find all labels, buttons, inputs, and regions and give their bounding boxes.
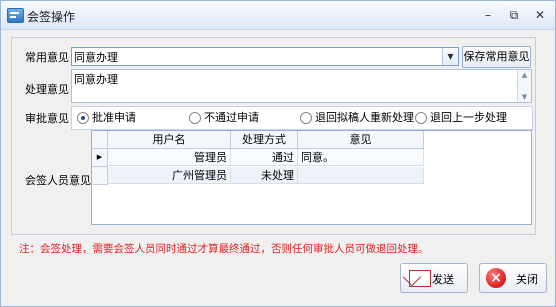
process-opinion-value: 同意办理 — [74, 73, 118, 86]
radio-approve[interactable]: 批准申请 — [77, 111, 136, 125]
grid-corner-header — [92, 131, 108, 149]
process-opinion-label: 处理意见 — [25, 83, 69, 96]
grid-cell-opinion[interactable]: 同意。 — [298, 149, 424, 166]
send-button-label: 发送 — [432, 273, 454, 286]
radio-reject[interactable]: 不通过申请 — [189, 111, 259, 125]
minimize-button[interactable]: – — [478, 6, 498, 24]
radio-return-previous-label: 退回上一步处理 — [430, 111, 507, 124]
radio-return-drafter[interactable]: 退回拟稿人重新处理 — [300, 111, 414, 125]
row-selector[interactable] — [92, 167, 108, 185]
grid-cell-method[interactable]: 未处理 — [231, 167, 298, 184]
close-window-button[interactable]: ✕ — [530, 6, 550, 24]
radio-unchecked-icon — [415, 112, 427, 124]
grid-cell-opinion[interactable] — [298, 167, 424, 184]
send-button[interactable]: 发送 — [400, 263, 468, 293]
window-title: 会签操作 — [27, 10, 76, 24]
countersign-dialog: 会签操作 – ⧉ ✕ 常用意见 同意办理 ▼ 保存常用意见 处理意见 同意办理 … — [0, 0, 556, 307]
column-header-opinion[interactable]: 意见 — [298, 131, 424, 149]
save-common-opinion-button[interactable]: 保存常用意见 — [462, 46, 531, 68]
grid-cell-method[interactable]: 通过 — [231, 149, 298, 166]
common-opinion-label: 常用意见 — [25, 51, 69, 64]
close-button-label: 关闭 — [516, 273, 538, 286]
grid-cell-user[interactable]: 管理员 — [108, 149, 231, 166]
radio-reject-label: 不通过申请 — [204, 111, 259, 124]
warning-note: 注：会签处理，需要会签人员同时通过才算最终通过，否则任何审批人员可做退回处理。 — [19, 243, 429, 255]
grid-cell-user[interactable]: 广州管理员 — [108, 167, 231, 184]
restore-button[interactable]: ⧉ — [504, 6, 524, 24]
column-header-user[interactable]: 用户名 — [108, 131, 231, 149]
radio-approve-label: 批准申请 — [92, 111, 136, 124]
approve-radio-group: 批准申请 不通过申请 退回拟稿人重新处理 退回上一步处理 — [71, 106, 533, 130]
row-selector-icon[interactable]: ▶ — [92, 149, 108, 167]
radio-return-previous[interactable]: 退回上一步处理 — [415, 111, 507, 125]
close-button[interactable]: × 关闭 — [479, 263, 547, 293]
process-opinion-textarea[interactable]: 同意办理 ▲ ▼ — [71, 69, 532, 103]
approve-opinion-label: 审批意见 — [25, 112, 69, 125]
mail-icon — [409, 270, 431, 287]
close-icon: × — [486, 268, 506, 288]
countersign-label: 会签人员意见 — [25, 174, 91, 187]
app-form-icon — [7, 8, 24, 23]
radio-return-drafter-label: 退回拟稿人重新处理 — [315, 111, 414, 124]
chevron-down-icon[interactable]: ▼ — [442, 48, 458, 65]
common-opinion-select[interactable]: 同意办理 ▼ — [71, 47, 459, 66]
radio-checked-icon — [77, 112, 89, 124]
common-opinion-value: 同意办理 — [74, 51, 118, 64]
scroll-down-icon[interactable]: ▼ — [518, 92, 531, 102]
countersign-grid: 用户名 处理方式 意见 ▶ 管理员 通过 同意。 广州管理员 未处理 — [91, 130, 532, 225]
radio-unchecked-icon — [300, 112, 312, 124]
scroll-up-icon[interactable]: ▲ — [518, 70, 531, 80]
radio-unchecked-icon — [189, 112, 201, 124]
column-header-method[interactable]: 处理方式 — [231, 131, 298, 149]
title-bar[interactable]: 会签操作 – ⧉ ✕ — [1, 1, 555, 30]
textarea-scrollbar[interactable]: ▲ ▼ — [517, 70, 531, 102]
